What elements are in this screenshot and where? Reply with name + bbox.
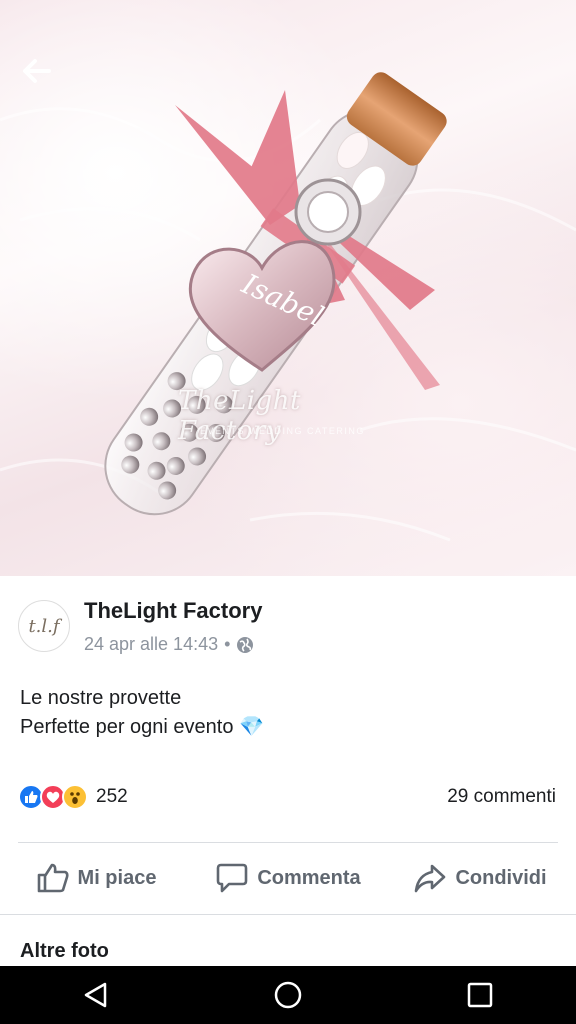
back-button[interactable] bbox=[22, 58, 66, 98]
avatar-initials: t.l.f bbox=[28, 615, 60, 637]
nav-back-button[interactable] bbox=[66, 966, 126, 1024]
post-text-line-2-text: Perfette per ogni evento bbox=[20, 716, 234, 738]
system-navigation-bar bbox=[0, 966, 576, 1024]
page-name[interactable]: TheLight Factory bbox=[84, 598, 262, 624]
post-meta: 24 apr alle 14:43 • bbox=[84, 634, 254, 655]
globe-icon bbox=[237, 636, 254, 653]
post-text-line-2: Perfette per ogni evento 💎 bbox=[20, 713, 264, 742]
actions-divider-bottom bbox=[0, 914, 576, 915]
like-label: Mi piace bbox=[77, 866, 157, 889]
gem-emoji-icon: 💎 bbox=[239, 716, 264, 738]
share-label: Condividi bbox=[455, 866, 547, 889]
product-illustration: Isabel bbox=[0, 72, 576, 542]
photo-watermark: TheLight Factory bbox=[178, 386, 301, 446]
photo-watermark-subtitle: EVENTS WEDDING CATERING bbox=[200, 426, 365, 436]
wow-reaction-icon bbox=[62, 784, 88, 810]
post-actions: Mi piace Commenta Condividi bbox=[0, 844, 576, 912]
comment-label: Commenta bbox=[257, 866, 361, 889]
more-photos-heading: Altre foto bbox=[20, 940, 109, 962]
like-button[interactable]: Mi piace bbox=[0, 844, 192, 912]
comments-count[interactable]: 29 commenti bbox=[447, 786, 556, 808]
comment-button[interactable]: Commenta bbox=[192, 844, 384, 912]
post-text: Le nostre provette Perfette per ogni eve… bbox=[20, 684, 264, 742]
nav-recents-icon bbox=[467, 982, 493, 1008]
post-header: t.l.f TheLight Factory 24 apr alle 14:43… bbox=[0, 590, 576, 660]
actions-divider-top bbox=[18, 842, 558, 843]
comment-bubble-icon bbox=[217, 863, 248, 893]
post-timestamp[interactable]: 24 apr alle 14:43 bbox=[84, 634, 218, 655]
post-text-line-1: Le nostre provette bbox=[20, 687, 182, 709]
back-arrow-icon bbox=[23, 59, 51, 83]
nav-home-icon bbox=[274, 981, 302, 1009]
meta-separator: • bbox=[224, 634, 231, 654]
reaction-count: 252 bbox=[96, 786, 128, 807]
share-arrow-icon bbox=[415, 864, 446, 893]
thumbs-up-icon bbox=[37, 863, 69, 893]
reactions-summary[interactable]: 252 bbox=[18, 782, 128, 812]
nav-recents-button[interactable] bbox=[450, 966, 510, 1024]
post-photo[interactable]: Isabel TheLight Factory EVENTS WEDDING C… bbox=[0, 0, 576, 576]
page-avatar[interactable]: t.l.f bbox=[18, 600, 70, 652]
nav-back-icon bbox=[84, 982, 107, 1008]
share-button[interactable]: Condividi bbox=[384, 844, 576, 912]
nav-home-button[interactable] bbox=[258, 966, 318, 1024]
